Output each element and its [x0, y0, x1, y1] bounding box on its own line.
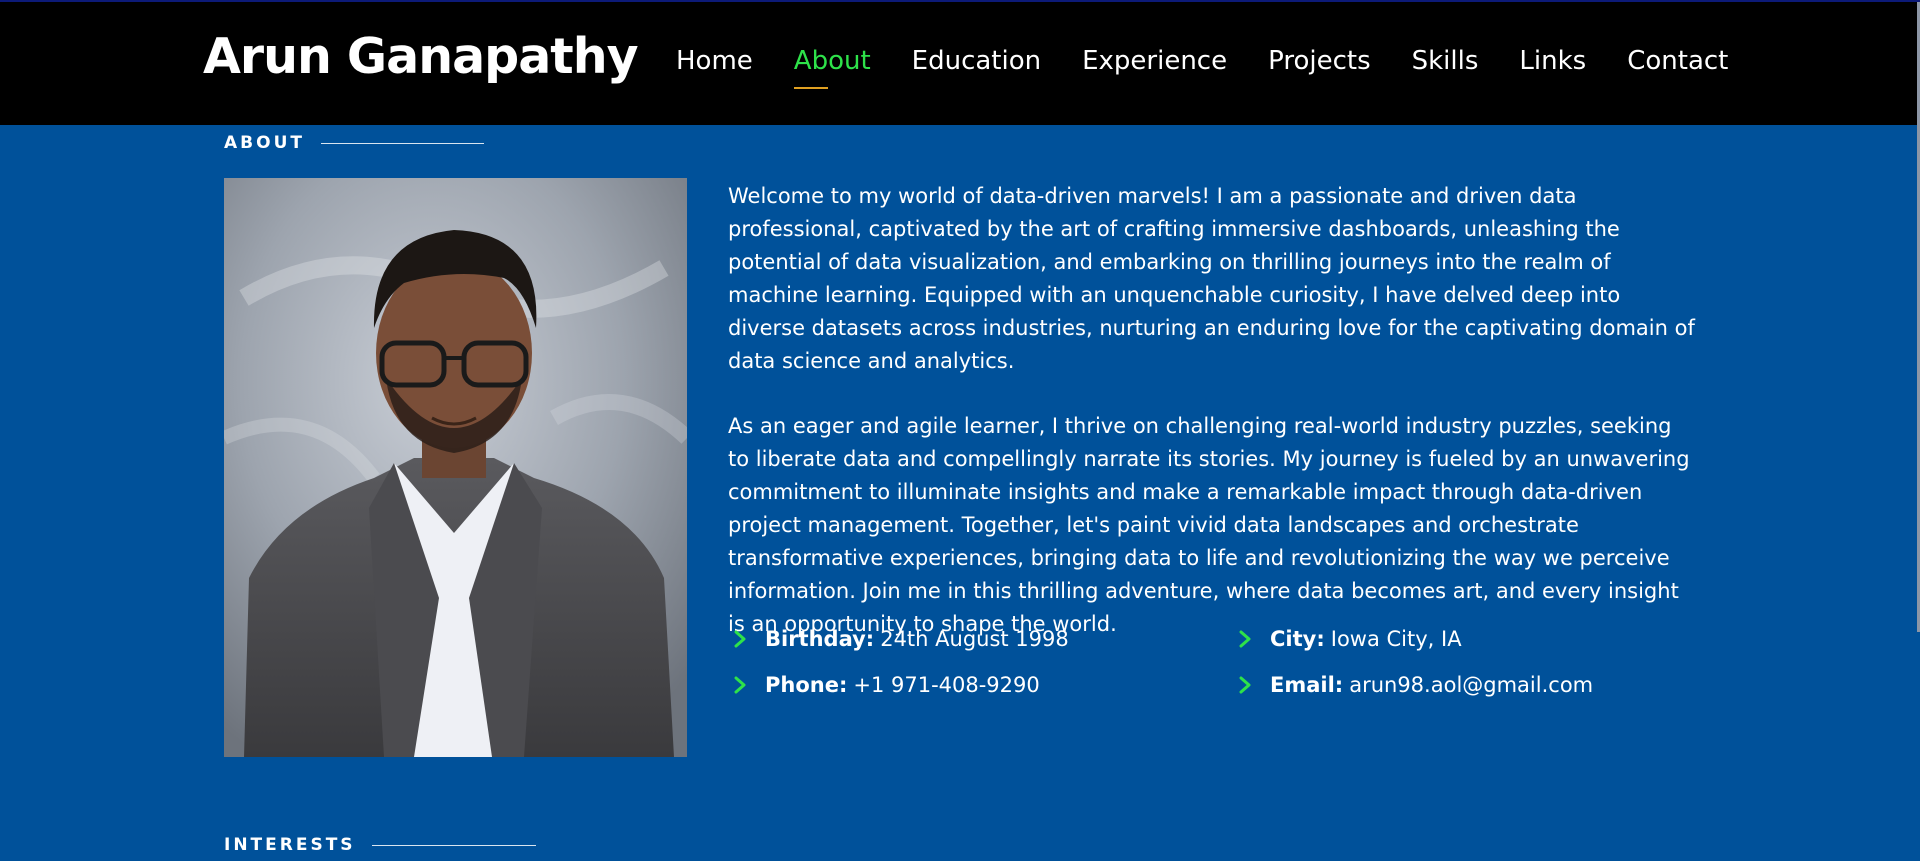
section-title-interests: INTERESTS: [224, 835, 536, 855]
nav-education[interactable]: Education: [912, 46, 1041, 76]
chevron-right-icon: [734, 630, 746, 647]
about-heading: ABOUT: [224, 133, 305, 153]
personal-info-list: Birthday: 24th August 1998 City: Iowa Ci…: [733, 625, 1693, 698]
nav-projects[interactable]: Projects: [1268, 46, 1371, 76]
heading-rule: [320, 142, 484, 144]
info-label: Birthday:: [765, 626, 875, 651]
info-phone: Phone: +1 971-408-9290: [733, 671, 1238, 698]
info-value: arun98.aol@gmail.com: [1349, 672, 1594, 697]
about-paragraph-2: As an eager and agile learner, I thrive …: [728, 414, 1690, 636]
info-birthday: Birthday: 24th August 1998: [733, 625, 1238, 652]
nav-links[interactable]: Links: [1519, 46, 1586, 76]
chevron-right-icon: [734, 676, 746, 693]
info-label: City:: [1270, 626, 1325, 651]
nav-contact[interactable]: Contact: [1627, 46, 1728, 76]
site-header: Arun Ganapathy Home About Education Expe…: [0, 2, 1920, 125]
info-city: City: Iowa City, IA: [1238, 625, 1693, 652]
heading-rule: [371, 844, 536, 846]
info-email: Email: arun98.aol@gmail.com: [1238, 671, 1693, 698]
nav-about[interactable]: About: [793, 46, 871, 89]
section-title-about: ABOUT: [224, 133, 484, 153]
about-paragraph-1: Welcome to my world of data-driven marve…: [728, 184, 1695, 373]
about-content: Welcome to my world of data-driven marve…: [728, 180, 1698, 673]
info-value: Iowa City, IA: [1330, 626, 1462, 651]
site-logo[interactable]: Arun Ganapathy: [203, 28, 639, 85]
nav-home[interactable]: Home: [676, 46, 753, 76]
info-value: 24th August 1998: [880, 626, 1069, 651]
info-label: Phone:: [765, 672, 848, 697]
info-value: +1 971-408-9290: [853, 672, 1040, 697]
profile-photo: [224, 178, 687, 757]
main-nav: Home About Education Experience Projects…: [676, 46, 1728, 89]
info-label: Email:: [1270, 672, 1344, 697]
chevron-right-icon: [1239, 630, 1251, 647]
chevron-right-icon: [1239, 676, 1251, 693]
nav-experience[interactable]: Experience: [1082, 46, 1227, 76]
nav-skills[interactable]: Skills: [1412, 46, 1479, 76]
interests-heading: INTERESTS: [224, 835, 356, 855]
